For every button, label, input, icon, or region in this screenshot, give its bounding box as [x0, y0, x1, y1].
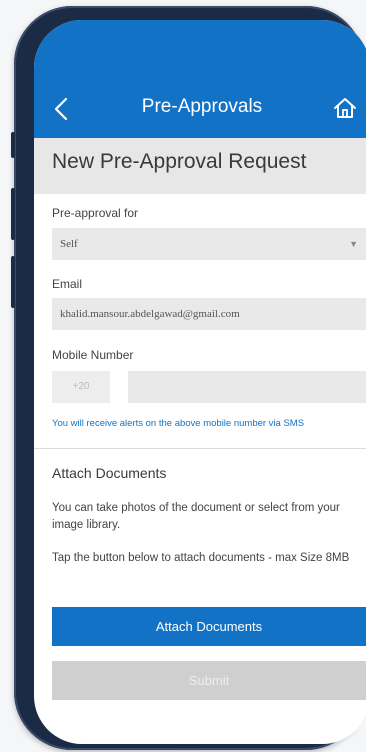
- mobile-number-label: Mobile Number: [52, 348, 134, 362]
- page-title: New Pre-Approval Request: [52, 150, 307, 173]
- submit-button[interactable]: Submit: [52, 661, 366, 700]
- email-field[interactable]: khalid.mansour.abdelgawad@gmail.com: [52, 298, 366, 330]
- email-value: khalid.mansour.abdelgawad@gmail.com: [60, 308, 240, 320]
- sms-note: You will receive alerts on the above mob…: [52, 418, 305, 429]
- volume-up-button: [11, 188, 15, 240]
- nav-title: Pre-Approvals: [141, 96, 263, 117]
- preapproval-for-label: Pre-approval for: [52, 206, 139, 220]
- attach-description: You can take photos of the document or s…: [52, 502, 340, 531]
- caret-down-icon: ▼: [349, 239, 358, 249]
- app-screen: Pre-Approvals New Pre-Approval Request P…: [34, 20, 366, 744]
- home-icon: [334, 98, 356, 118]
- mobile-number-field[interactable]: [128, 371, 366, 403]
- page-header: New Pre-Approval Request: [34, 138, 366, 194]
- email-label: Email: [52, 277, 83, 291]
- preapproval-for-value: Self: [60, 238, 78, 250]
- phone-frame: Pre-Approvals New Pre-Approval Request P…: [11, 6, 366, 750]
- section-divider: [34, 448, 366, 449]
- volume-down-button: [11, 256, 15, 308]
- preapproval-for-select[interactable]: Self ▼: [52, 228, 366, 260]
- mute-switch: [11, 132, 15, 158]
- status-bar: [34, 20, 366, 82]
- home-button[interactable]: [332, 95, 358, 121]
- attach-documents-button[interactable]: Attach Documents: [52, 607, 366, 646]
- nav-bar: Pre-Approvals: [34, 82, 366, 138]
- country-code-field[interactable]: +20: [52, 371, 110, 403]
- attach-instruction: Tap the button below to attach documents…: [52, 552, 350, 564]
- attach-documents-title: Attach Documents: [52, 465, 167, 481]
